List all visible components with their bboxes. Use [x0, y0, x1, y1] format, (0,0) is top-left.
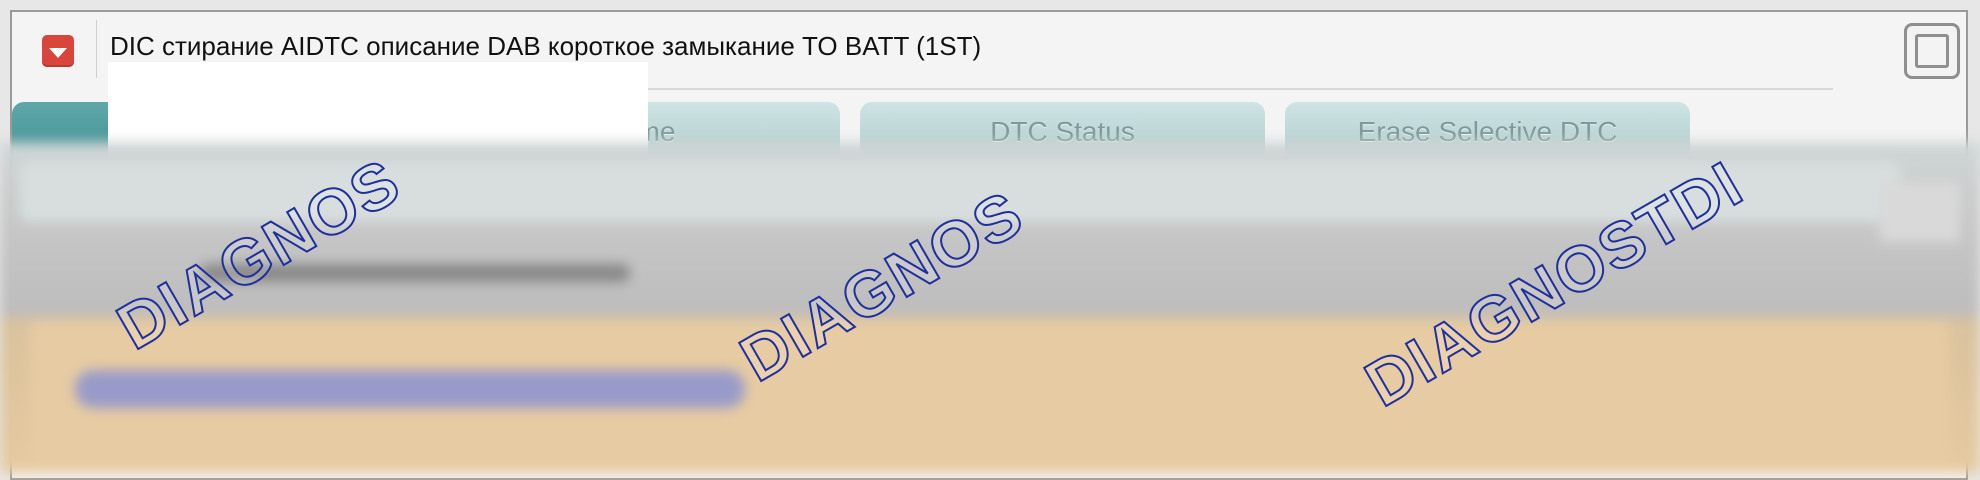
maximize-button[interactable] [1904, 23, 1960, 79]
maximize-icon [1915, 34, 1949, 68]
blurred-side-panel [1880, 182, 1960, 242]
blurred-link [75, 370, 745, 408]
window-title: DIC стирание AIDTC описание DAB короткое… [110, 31, 982, 61]
title-separator [96, 20, 97, 78]
collapse-button[interactable] [42, 35, 74, 67]
chevron-down-icon [49, 47, 67, 58]
